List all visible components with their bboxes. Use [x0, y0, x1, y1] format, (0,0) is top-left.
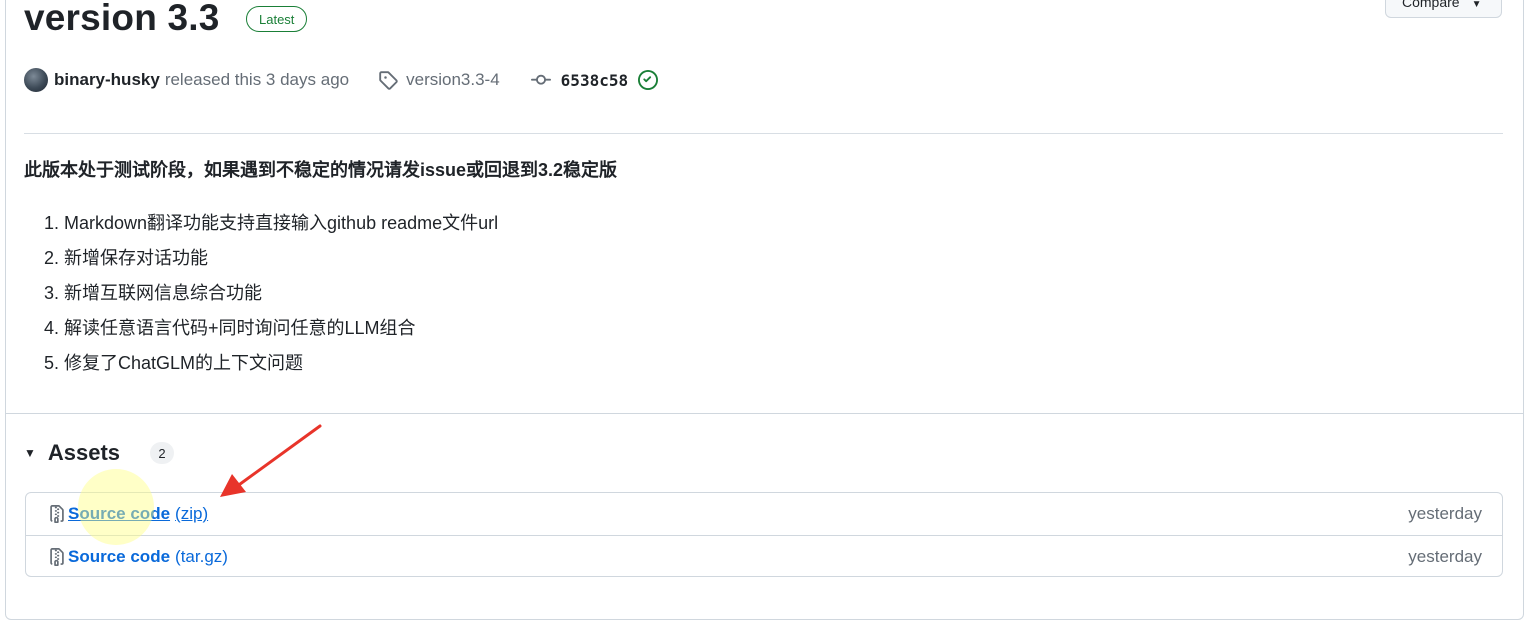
avatar[interactable]: [24, 68, 48, 92]
release-title[interactable]: version 3.3: [24, 0, 220, 42]
asset-date: yesterday: [1408, 504, 1482, 523]
compare-button[interactable]: Compare ▼: [1385, 0, 1502, 18]
latest-badge: Latest: [246, 6, 308, 32]
assets-title: Assets: [47, 440, 121, 465]
caret-down-icon: ▼: [1471, 0, 1482, 10]
list-item: 2. 新增保存对话功能: [44, 248, 209, 268]
asset-row: Source code (zip) yesterday: [26, 493, 1502, 535]
assets-toggle[interactable]: ▼ Assets 2: [24, 440, 175, 466]
list-item: 1. Markdown翻译功能支持直接输入github readme文件url: [44, 213, 499, 233]
file-zip-icon: [48, 504, 66, 524]
release-notice: 此版本处于测试阶段，如果遇到不稳定的情况请发issue或回退到3.2稳定版: [24, 160, 618, 180]
tag-icon: [378, 70, 398, 90]
compare-button-label: Compare: [1402, 0, 1460, 10]
list-item: 3. 新增互联网信息综合功能: [44, 283, 263, 303]
released-text: released this 3 days ago: [164, 70, 350, 89]
list-item: 5. 修复了ChatGLM的上下文问题: [44, 353, 304, 373]
release-meta: binary-husky released this 3 days ago ve…: [24, 66, 659, 94]
author-link[interactable]: binary-husky: [54, 70, 160, 90]
divider: [24, 133, 1503, 134]
asset-ext[interactable]: (zip): [175, 504, 208, 524]
git-commit-icon: [530, 70, 551, 90]
divider: [5, 413, 1524, 414]
file-zip-icon: [48, 547, 66, 567]
commit-link[interactable]: 6538c58: [561, 71, 628, 90]
release-changes-list: 1. Markdown翻译功能支持直接输入github readme文件url …: [44, 206, 498, 381]
tag-link[interactable]: version3.3-4: [406, 70, 500, 90]
asset-row: Source code (tar.gz) yesterday: [26, 535, 1502, 577]
assets-list: Source code (zip) yesterday Source code …: [25, 492, 1503, 577]
triangle-down-icon: ▼: [24, 446, 36, 460]
check-circle-icon[interactable]: [638, 70, 659, 90]
list-item: 4. 解读任意语言代码+同时询问任意的LLM组合: [44, 318, 416, 338]
asset-link-targz[interactable]: Source code: [68, 547, 170, 567]
asset-link-zip[interactable]: Source code: [68, 504, 170, 524]
assets-count-badge: 2: [150, 442, 175, 464]
asset-ext[interactable]: (tar.gz): [175, 547, 228, 567]
asset-date: yesterday: [1408, 546, 1482, 566]
